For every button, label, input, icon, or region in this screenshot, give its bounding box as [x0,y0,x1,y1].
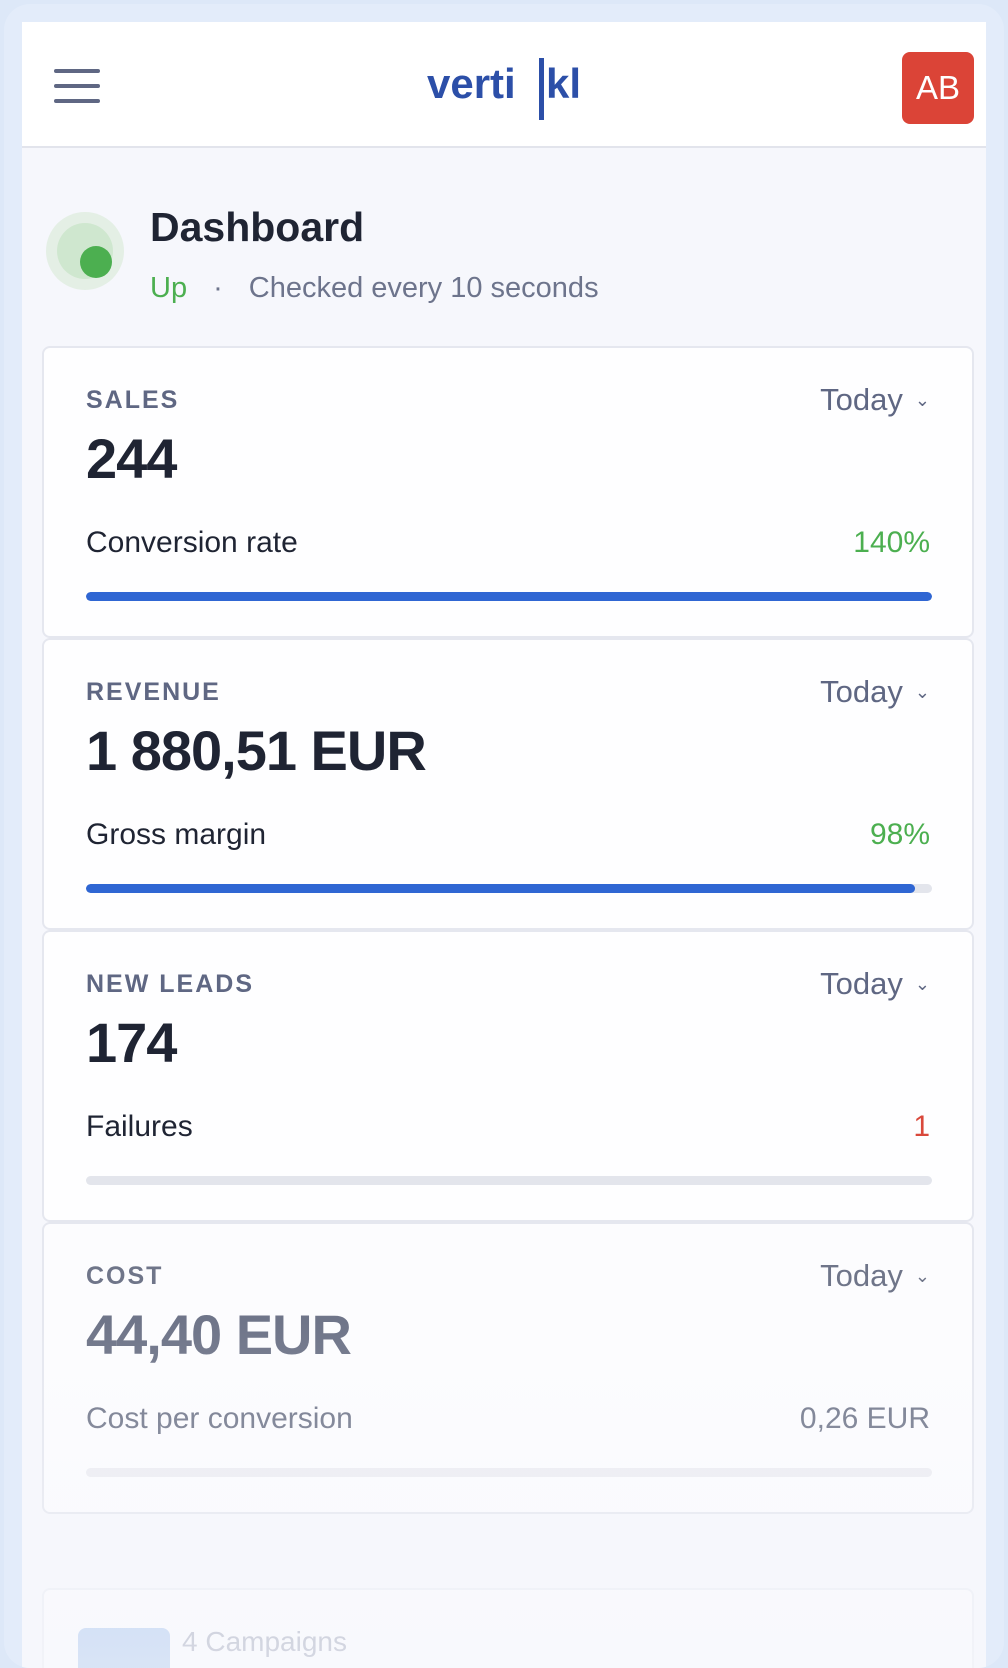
chevron-down-icon: ⌄ [914,1265,930,1286]
range-label: Today [820,966,903,1001]
range-label: Today [820,382,903,417]
range-label: Today [820,674,903,709]
card-label: REVENUE [86,678,221,706]
status-line: Up · Checked every 10 seconds [150,272,599,305]
campaigns-card[interactable]: 4 Campaigns [42,1588,974,1668]
status-state: Up [150,272,188,304]
chevron-down-icon: ⌄ [914,973,930,994]
status-indicator [46,212,124,290]
new-leads-card: NEW LEADS Today ⌄ 174 Failures 1 [42,930,974,1222]
range-label: Today [820,1258,903,1293]
card-value: 244 [86,427,177,490]
campaign-icon [78,1628,170,1668]
progress-fill [86,592,932,601]
metric-label: Gross margin [86,818,267,851]
svg-text:verti: verti [427,60,516,107]
campaigns-label: 4 Campaigns [182,1626,347,1657]
progress-bar [86,1468,932,1477]
card-label: COST [86,1262,164,1290]
range-dropdown[interactable]: Today ⌄ [820,1258,930,1294]
metric-label: Conversion rate [86,526,298,559]
card-value: 174 [86,1011,177,1074]
check-interval-text: Checked every 10 seconds [248,272,599,304]
metric-label: Cost per conversion [86,1402,353,1435]
card-label: SALES [86,386,180,414]
status-dot-icon [80,246,112,278]
page-title: Dashboard [150,204,365,250]
status-separator: · [213,272,223,304]
progress-fill [86,884,916,893]
card-label: NEW LEADS [86,970,254,998]
top-bar: verti kl AB [22,22,986,148]
range-dropdown[interactable]: Today ⌄ [820,674,930,710]
card-value: 44,40 EUR [86,1303,352,1366]
user-avatar[interactable]: AB [902,52,974,124]
range-dropdown[interactable]: Today ⌄ [820,966,930,1002]
revenue-card: REVENUE Today ⌄ 1 880,51 EUR Gross margi… [42,638,974,930]
vertikl-logo[interactable]: verti kl [427,52,587,124]
progress-bar [86,592,932,601]
sales-card: SALES Today ⌄ 244 Conversion rate 140% [42,346,974,638]
card-value: 1 880,51 EUR [86,719,427,782]
metric-value: 0,26 EUR [799,1402,930,1435]
range-dropdown[interactable]: Today ⌄ [820,382,930,418]
metric-value: 1 [913,1110,930,1143]
metric-label: Failures [86,1110,193,1143]
cost-card: COST Today ⌄ 44,40 EUR Cost per conversi… [42,1222,974,1514]
hamburger-menu-icon[interactable] [54,66,100,106]
progress-bar [86,884,932,893]
progress-bar [86,1176,932,1185]
metric-value: 140% [853,526,930,559]
svg-text:kl: kl [546,60,581,107]
app-screen: verti kl AB Dashboard Up · Checked every… [22,22,986,1668]
metric-value: 98% [869,818,930,851]
device-frame: verti kl AB Dashboard Up · Checked every… [4,4,1004,1668]
chevron-down-icon: ⌄ [914,389,930,410]
chevron-down-icon: ⌄ [914,681,930,702]
